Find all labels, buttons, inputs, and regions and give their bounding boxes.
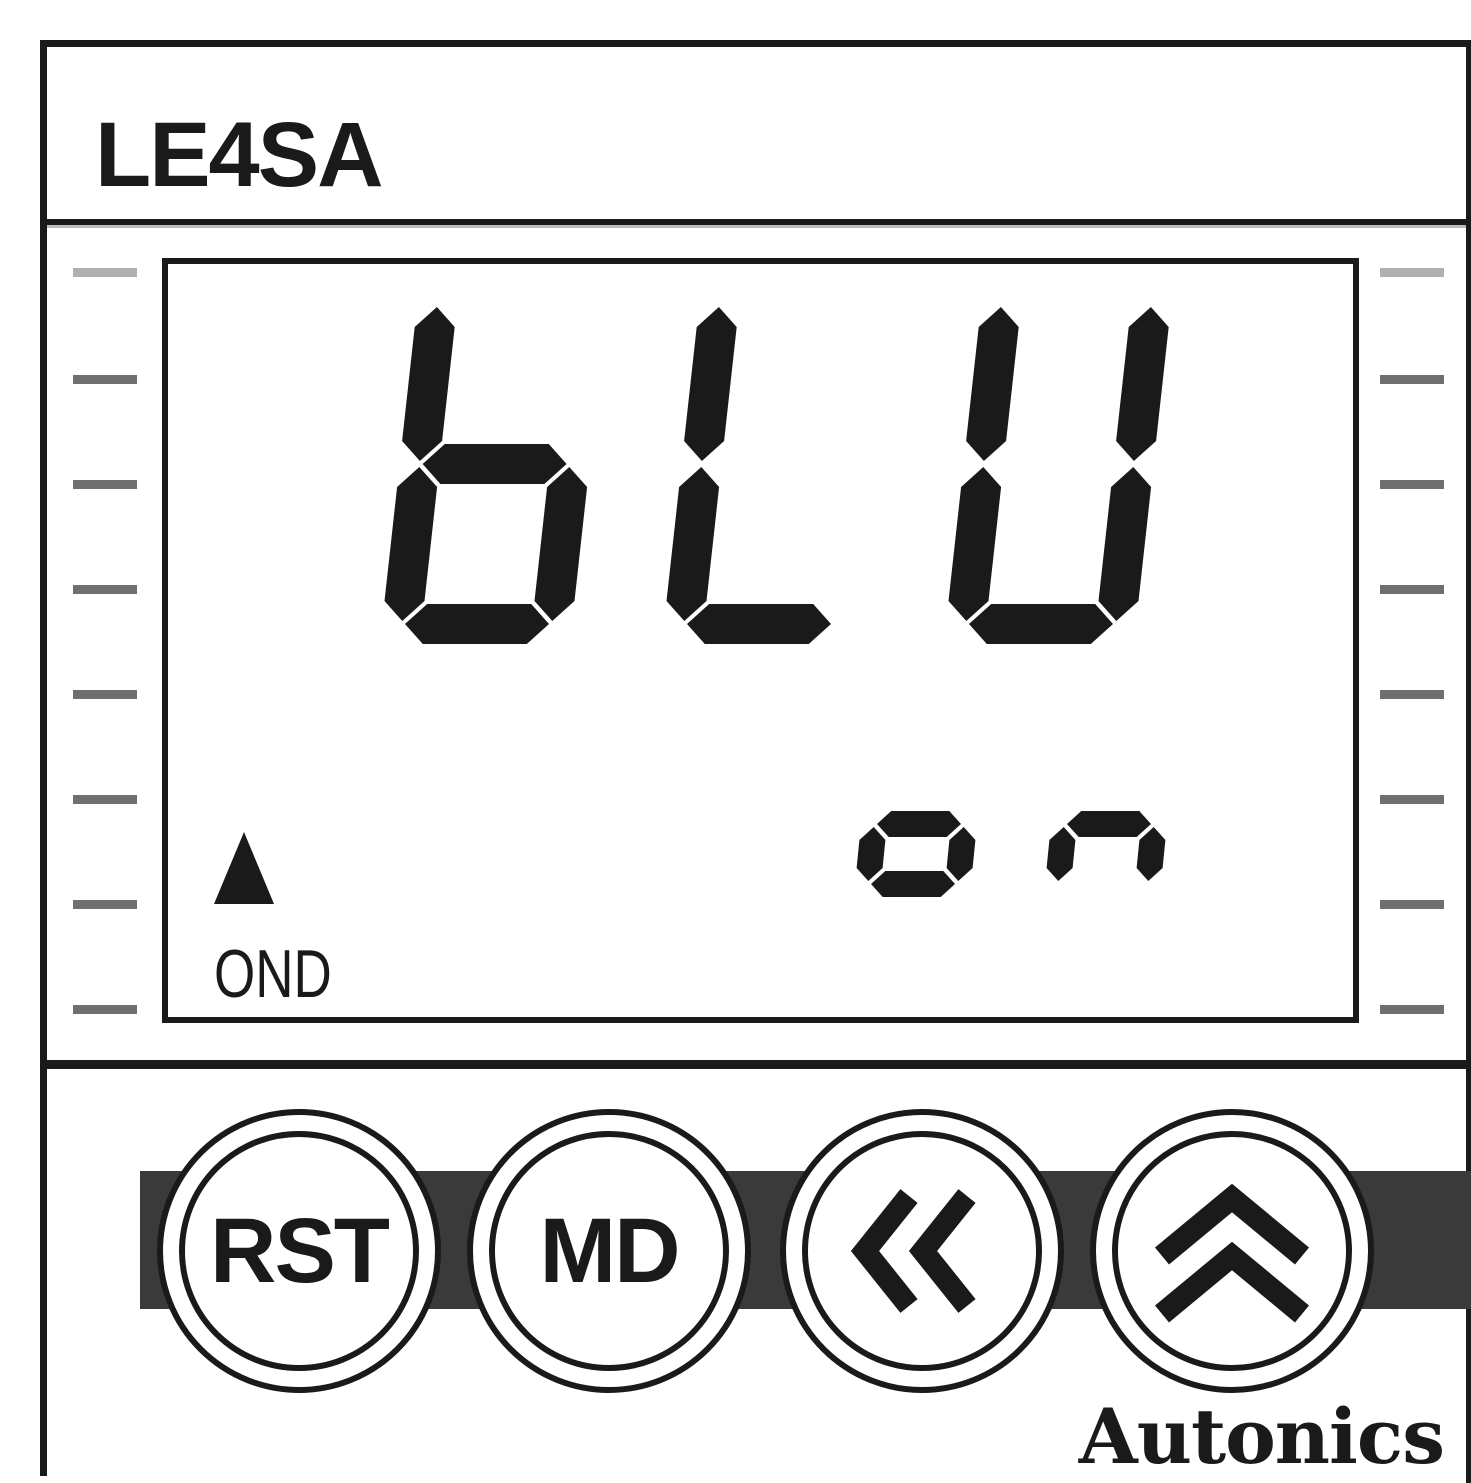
seven-segment-readout bbox=[384, 307, 1169, 897]
main-digit-3-segment-c bbox=[1098, 467, 1152, 621]
sub-digit-1-segment-c bbox=[946, 827, 976, 881]
main-digit-3-segment-b bbox=[1116, 307, 1169, 461]
main-digit-3-segment-e bbox=[948, 467, 1002, 621]
sub-digit-2-segment-e bbox=[1046, 827, 1076, 881]
main-digit-1-segment-d bbox=[405, 604, 549, 644]
double-chevron-up-icon bbox=[1154, 1183, 1310, 1323]
left-tick-3 bbox=[73, 480, 137, 489]
left-tick-5 bbox=[73, 690, 137, 699]
left-tick-1 bbox=[73, 268, 137, 277]
right-tick-1 bbox=[1380, 268, 1444, 277]
sub-digit-1-segment-d bbox=[871, 871, 955, 897]
sub-digit-1-segment-g bbox=[877, 811, 961, 837]
up-button[interactable] bbox=[1090, 1109, 1374, 1393]
right-tick-3 bbox=[1380, 480, 1444, 489]
mode-button[interactable]: MD bbox=[467, 1109, 751, 1393]
reset-button-label: RST bbox=[210, 1199, 390, 1302]
reset-button-ring: RST bbox=[179, 1131, 419, 1371]
main-digit-2-segment-e bbox=[666, 467, 720, 621]
right-tick-4 bbox=[1380, 585, 1444, 594]
right-tick-8 bbox=[1380, 1005, 1444, 1014]
brand-logo: Autonics bbox=[1078, 1392, 1445, 1481]
right-tick-7 bbox=[1380, 900, 1444, 909]
right-tick-6 bbox=[1380, 795, 1444, 804]
indicator-triangle-icon bbox=[214, 832, 274, 904]
up-button-ring bbox=[1112, 1131, 1352, 1371]
main-digit-1-segment-f bbox=[402, 307, 455, 461]
main-digit-3-segment-f bbox=[966, 307, 1019, 461]
panel-divider bbox=[47, 225, 1466, 228]
sub-digit-2-segment-g bbox=[1067, 811, 1151, 837]
main-readout bbox=[384, 307, 1169, 644]
double-chevron-left-icon bbox=[850, 1189, 976, 1313]
lcd-screen: OND bbox=[162, 258, 1359, 1023]
shift-button[interactable] bbox=[780, 1109, 1064, 1393]
timer-device-front: LE4SA OND RST MD Autonics bbox=[40, 40, 1471, 1483]
sub-digit-2-segment-c bbox=[1136, 827, 1166, 881]
sub-readout bbox=[856, 811, 1166, 897]
indicator-label: OND bbox=[214, 936, 332, 1012]
sub-digit-1-segment-e bbox=[856, 827, 886, 881]
display-panel: OND bbox=[47, 225, 1471, 1069]
main-digit-2-segment-f bbox=[684, 307, 737, 461]
left-tick-6 bbox=[73, 795, 137, 804]
main-digit-1-segment-e bbox=[384, 467, 438, 621]
button-panel: RST MD Autonics bbox=[47, 1060, 1471, 1483]
mode-button-ring: MD bbox=[489, 1131, 729, 1371]
model-label: LE4SA bbox=[95, 104, 384, 206]
shift-button-ring bbox=[802, 1131, 1042, 1371]
title-strip: LE4SA bbox=[47, 47, 1471, 225]
left-tick-2 bbox=[73, 375, 137, 384]
reset-button[interactable]: RST bbox=[157, 1109, 441, 1393]
right-tick-5 bbox=[1380, 690, 1444, 699]
main-digit-1-segment-g bbox=[422, 444, 567, 484]
left-tick-7 bbox=[73, 900, 137, 909]
left-tick-4 bbox=[73, 585, 137, 594]
main-digit-3-segment-d bbox=[969, 604, 1113, 644]
main-digit-2-segment-d bbox=[687, 604, 831, 644]
mode-button-label: MD bbox=[539, 1199, 680, 1302]
left-tick-8 bbox=[73, 1005, 137, 1014]
main-digit-1-segment-c bbox=[534, 467, 588, 621]
right-tick-2 bbox=[1380, 375, 1444, 384]
